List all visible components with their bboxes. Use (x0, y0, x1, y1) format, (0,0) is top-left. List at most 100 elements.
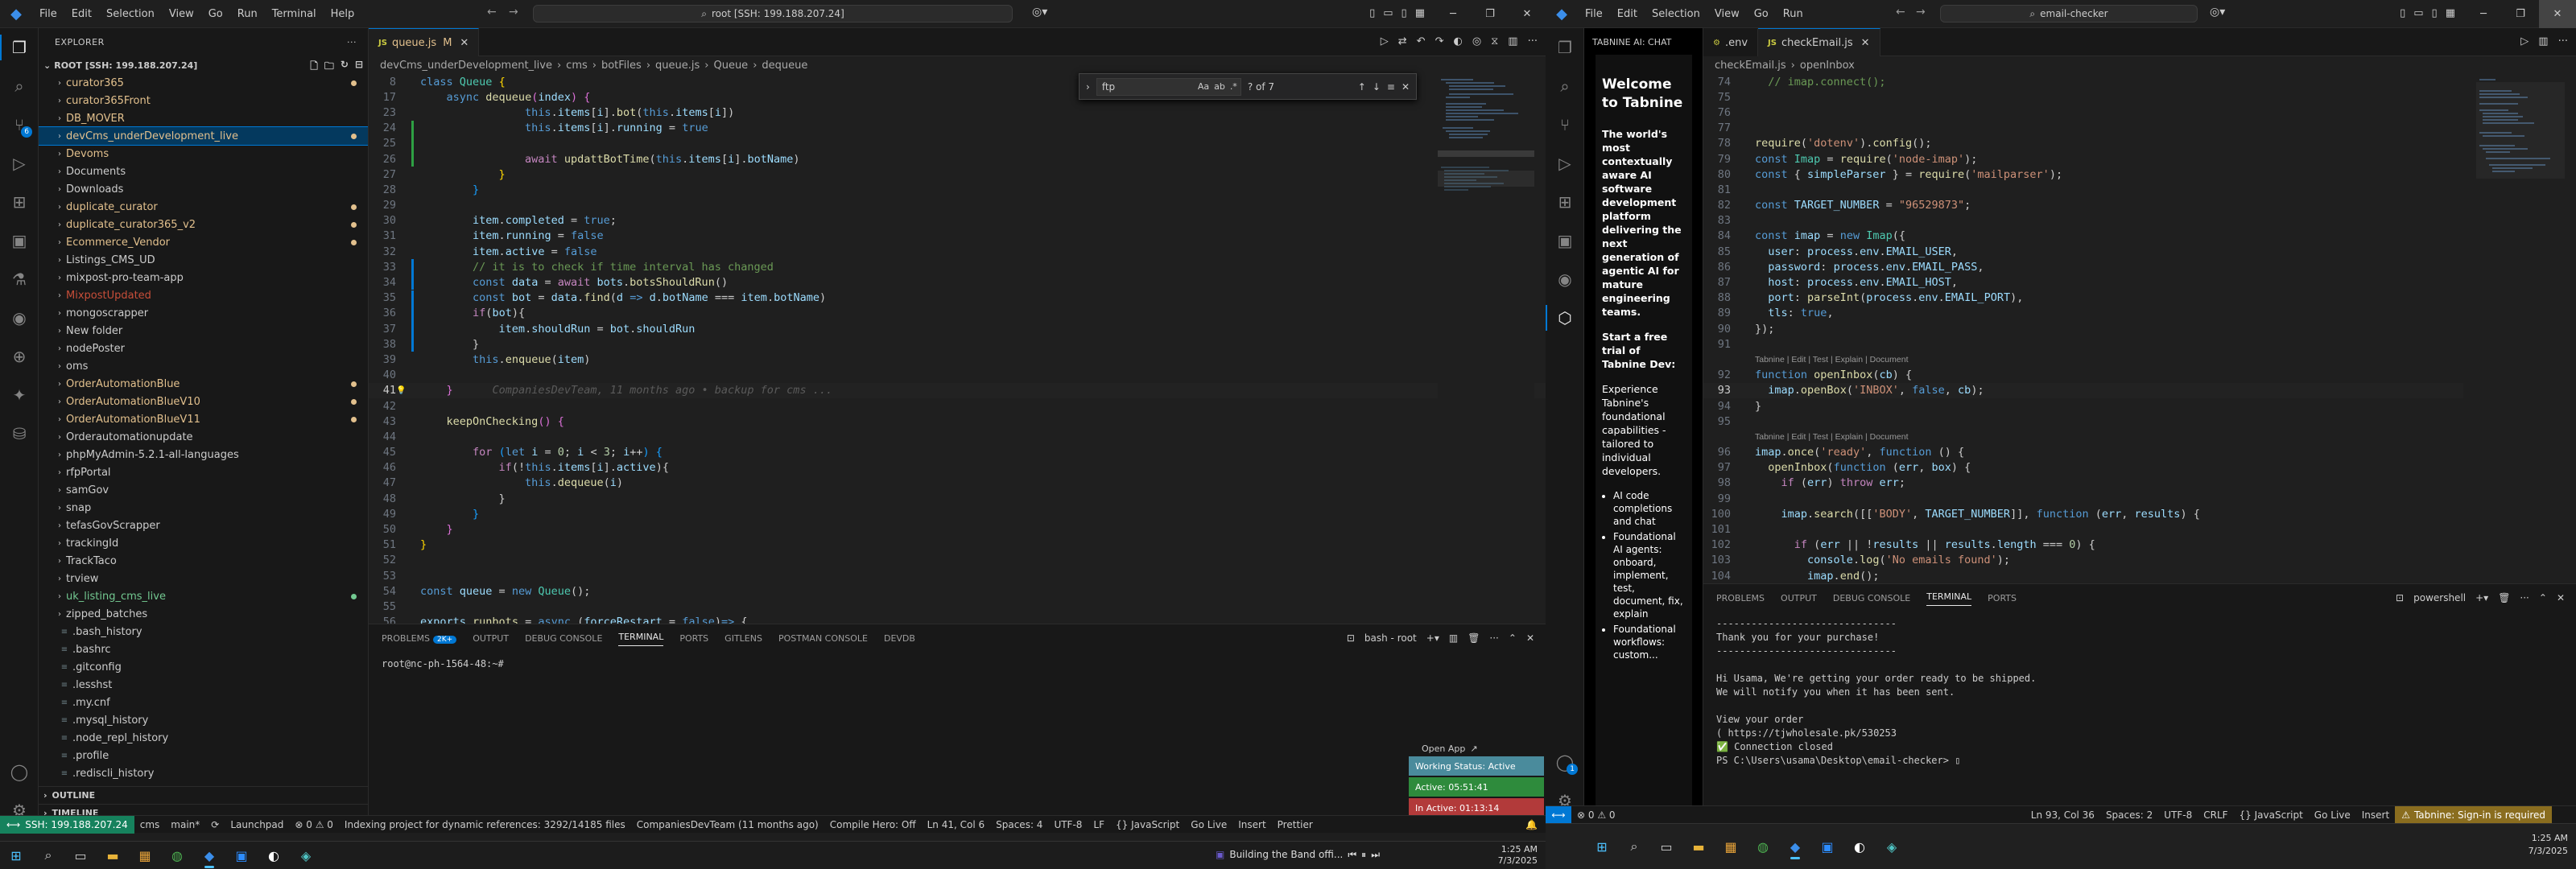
panel-tab-ports[interactable]: PORTS (679, 633, 708, 644)
back-arrow-icon[interactable]: ← (487, 6, 497, 19)
media-app-icon[interactable]: ◐ (258, 842, 290, 869)
toggle-sidebar-icon[interactable]: ▯ (1369, 7, 1375, 19)
gitlens-icon[interactable]: ◉ (1546, 260, 1584, 299)
split-editor-icon[interactable]: ▥ (2538, 35, 2548, 47)
match-whole-word-icon[interactable]: ab (1214, 81, 1225, 92)
panel-tab-problems[interactable]: PROBLEMS 2K+ (382, 633, 457, 644)
chrome-icon[interactable]: ◍ (1747, 833, 1779, 861)
chrome-icon[interactable]: ◍ (161, 842, 193, 869)
tree-item[interactable]: ≡ .lesshst (39, 676, 368, 694)
close-panel-icon[interactable]: ✕ (1526, 632, 1534, 644)
customize-layout-icon[interactable]: ▦ (2446, 7, 2455, 19)
explorer-icon[interactable]: ❐ (1546, 28, 1584, 67)
status-item[interactable]: CRLF (2198, 809, 2233, 821)
tree-item[interactable]: › samGov (39, 481, 368, 499)
menu-file[interactable]: File (1578, 8, 1610, 20)
menu-go[interactable]: Go (201, 8, 230, 20)
tabnine-icon[interactable]: ⬡ (1546, 299, 1584, 337)
status-item[interactable]: ⊗ 0 ⚠ 0 (289, 819, 339, 830)
status-item[interactable]: {} JavaScript (2234, 809, 2309, 821)
source-control-icon[interactable]: ⑂ 6 (0, 105, 39, 144)
tree-item[interactable]: › devCms_underDevelopment_live (39, 126, 368, 146)
close-icon[interactable]: ✕ (1402, 81, 1410, 93)
tabnine-status[interactable]: ⚠ Tabnine: Sign-in is required (2395, 805, 2552, 824)
panel-tab-postman-console[interactable]: POSTMAN CONSOLE (778, 633, 868, 644)
tree-item[interactable]: › snap (39, 499, 368, 517)
split-editor-icon[interactable]: ▥ (1508, 35, 1517, 47)
more-actions-icon[interactable]: ··· (1528, 35, 1538, 47)
tree-item[interactable]: › zipped_batches (39, 605, 368, 623)
tree-item[interactable]: › rfpPortal (39, 463, 368, 481)
problems-status[interactable]: ⊗ 0 ⚠ 0 (1571, 809, 1621, 821)
find-input[interactable]: ftp Aa ab .* (1096, 77, 1241, 96)
collapse-all-icon[interactable]: ⊟ (355, 59, 363, 76)
panel-tab-debug-console[interactable]: DEBUG CONSOLE (1833, 593, 1910, 603)
breadcrumb-item[interactable]: Queue (713, 60, 748, 72)
app-icon[interactable]: ◈ (1876, 833, 1908, 861)
run-debug-icon[interactable]: ▷ (1546, 144, 1584, 183)
terminal-output[interactable]: ------------------------------- Thank you… (1703, 612, 2576, 772)
terminal-name[interactable]: bash - root (1364, 632, 1417, 644)
minimap[interactable] (1438, 74, 1534, 624)
split-terminal-icon[interactable]: ▥ (1449, 632, 1458, 644)
status-item[interactable]: Go Live (1185, 819, 1232, 830)
notifications-bell-icon[interactable]: 🔔 (1525, 819, 1546, 830)
panel-tab-problems[interactable]: PROBLEMS (1716, 593, 1765, 603)
tree-item[interactable]: › curator365 (39, 74, 368, 92)
menu-help[interactable]: Help (324, 8, 362, 20)
status-item[interactable]: LF (1088, 819, 1110, 830)
panel-tab-devdb[interactable]: DEVDB (884, 633, 915, 644)
run-debug-icon[interactable]: ▷ (0, 144, 39, 183)
menu-file[interactable]: File (32, 8, 64, 20)
source-control-icon[interactable]: ⑂ (1546, 105, 1584, 144)
status-item[interactable]: Spaces: 2 (2100, 809, 2158, 821)
menu-view[interactable]: View (1707, 8, 1747, 20)
tab-checkEmailjs[interactable]: JS checkEmail.js ✕ (1758, 28, 1880, 56)
tree-item[interactable]: › Downloads (39, 180, 368, 198)
tree-item[interactable]: › uk_listing_cms_live (39, 587, 368, 605)
tree-item[interactable]: › trackingId (39, 534, 368, 552)
forward-arrow-icon[interactable]: → (1916, 6, 1926, 19)
status-item[interactable]: {} JavaScript (1110, 819, 1185, 830)
kill-terminal-icon[interactable]: 🗑 (1468, 632, 1480, 644)
tab-env[interactable]: ⚙ .env (1703, 28, 1759, 56)
toggle-secondary-sidebar-icon[interactable]: ▯ (1402, 7, 1407, 19)
tree-item[interactable]: ≡ .mysql_history (39, 711, 368, 729)
clock[interactable]: 1:25 AM 7/3/2025 (2529, 832, 2568, 858)
copilot-chat-icon[interactable]: ✦ (0, 376, 39, 414)
breadcrumb-item[interactable]: botFiles (601, 60, 642, 72)
code-editor[interactable]: 8 class Queue {17 async dequeue(index) {2… (369, 74, 1546, 628)
outline-section[interactable]: › OUTLINE (39, 786, 368, 804)
zoom-icon[interactable]: ▣ (1811, 833, 1843, 861)
database-icon[interactable]: ⛁ (0, 414, 39, 453)
next-track-icon[interactable]: ⏭ (1371, 849, 1380, 861)
remote-explorer-icon[interactable]: ▣ (1546, 221, 1584, 260)
tree-item[interactable]: ≡ .bash_history (39, 623, 368, 640)
status-item[interactable]: Insert (2356, 809, 2395, 821)
new-terminal-icon[interactable]: +▾ (2475, 592, 2488, 603)
tree-item[interactable]: › OrderAutomationBlue (39, 375, 368, 393)
status-item[interactable]: Launchpad (225, 819, 289, 830)
toggle-panel-icon[interactable]: ▭ (2413, 7, 2423, 19)
testing-icon[interactable]: ⚗ (0, 260, 39, 299)
calendar-app-icon[interactable]: ▦ (1715, 833, 1747, 861)
match-case-icon[interactable]: Aa (1198, 81, 1209, 92)
clock[interactable]: 1:25 AM 7/3/2025 (1498, 844, 1538, 867)
panel-tab-output[interactable]: OUTPUT (1781, 593, 1817, 603)
status-item[interactable]: Compile Hero: Off (824, 819, 922, 830)
tree-item[interactable]: › Documents (39, 163, 368, 180)
minimize-icon[interactable]: ─ (2465, 0, 2502, 28)
tree-item[interactable]: › nodePoster (39, 340, 368, 357)
status-item[interactable]: Ln 41, Col 6 (922, 819, 991, 830)
next-match-icon[interactable]: ↓ (1373, 81, 1381, 93)
tree-item[interactable]: › tefasGovScrapper (39, 517, 368, 534)
terminal-output[interactable]: root@nc-ph-1564-48:~# (369, 653, 1546, 676)
menu-edit[interactable]: Edit (1610, 8, 1645, 20)
new-terminal-icon[interactable]: +▾ (1426, 632, 1439, 644)
tree-item[interactable]: ≡ .bashrc (39, 640, 368, 658)
refresh-icon[interactable]: ↻ (341, 59, 349, 76)
windows-start-icon[interactable]: ⊞ (0, 842, 32, 869)
panel-tab-output[interactable]: OUTPUT (473, 633, 509, 644)
status-item[interactable]: UTF-8 (2158, 809, 2198, 821)
gitlens-icon[interactable]: ◉ (0, 299, 39, 337)
